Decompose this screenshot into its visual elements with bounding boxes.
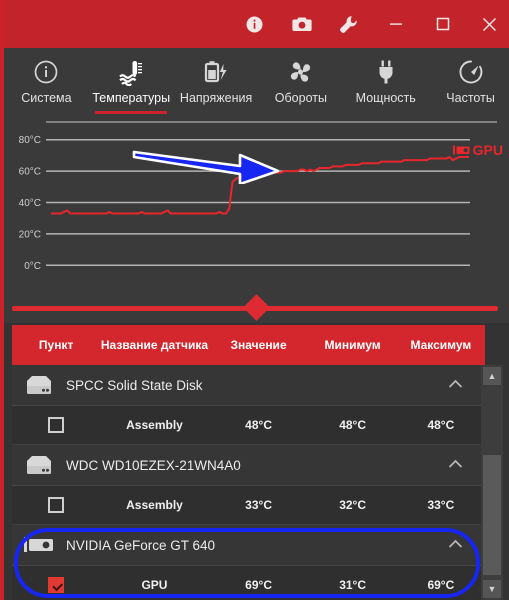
screenshot-button[interactable] — [278, 0, 325, 48]
tab-underline — [95, 111, 168, 114]
sensor-group-name: NVIDIA GeForce GT 640 — [66, 537, 216, 553]
cell-value: 33°C — [245, 498, 272, 512]
info-icon — [246, 16, 263, 32]
cell-max: 69°C — [427, 578, 455, 592]
maximize-icon — [436, 17, 449, 31]
title-bar-buttons — [231, 0, 509, 48]
tab-bar: Система Температуры Напряжения Обороты М… — [4, 48, 509, 120]
close-button[interactable] — [466, 0, 509, 48]
sensor-group-header[interactable]: SPCC Solid State Disk — [12, 365, 485, 406]
sensor-checkbox[interactable] — [48, 497, 65, 513]
chevron-up-icon[interactable] — [448, 536, 463, 554]
scroll-up-button[interactable]: ▲ — [483, 367, 501, 385]
maximize-button[interactable] — [419, 0, 466, 48]
legend-label: GPU — [472, 142, 503, 158]
timeline-slider[interactable] — [4, 294, 509, 323]
column-header-min[interactable]: Минимум — [308, 338, 396, 352]
table-row[interactable]: Assembly 33°C 32°C 33°C — [12, 486, 485, 525]
row-checkbox-cell[interactable] — [12, 497, 100, 513]
sensor-group-name: WDC WD10EZEX-21WN4A0 — [66, 457, 241, 473]
temperature-chart: 0°C 20°C 40°C 60°C 80°C — [4, 120, 509, 295]
tab-sistema[interactable]: Система — [4, 48, 89, 120]
tab-label: Мощность — [355, 91, 416, 105]
chart-ytick-label: 40°C — [19, 198, 41, 209]
cell-sensor-name: Assembly — [126, 418, 183, 432]
close-icon — [482, 17, 497, 31]
cell-min: 31°C — [339, 578, 366, 592]
sensor-checkbox[interactable] — [48, 417, 65, 433]
tab-chastoty[interactable]: Частоты — [428, 48, 509, 120]
chart-series-line — [51, 155, 469, 215]
column-header-punkt[interactable]: Пункт — [12, 338, 100, 352]
row-checkbox-cell[interactable] — [12, 577, 100, 593]
minimize-icon — [389, 23, 402, 25]
table-row[interactable]: GPU 69°C 31°C 69°C — [12, 566, 485, 600]
tab-napryazheniya[interactable]: Напряжения — [174, 48, 259, 120]
vertical-scrollbar[interactable]: ▲ ▼ — [481, 365, 503, 600]
minimize-button[interactable] — [372, 0, 419, 48]
hdd-icon — [12, 454, 66, 476]
gpu-card-icon — [452, 145, 470, 155]
cell-value: 69°C — [245, 578, 272, 592]
tab-label: Обороты — [274, 91, 327, 105]
tab-label: Температуры — [92, 91, 171, 105]
chart-canvas: 0°C 20°C 40°C 60°C 80°C — [19, 121, 497, 272]
scrollbar-thumb[interactable] — [483, 455, 501, 575]
wrench-icon — [340, 15, 357, 33]
row-checkbox-cell[interactable] — [12, 417, 100, 433]
gauge-icon — [458, 57, 484, 87]
gpu-card-icon — [12, 535, 66, 555]
sensor-table: SPCC Solid State Disk Assembly 48°C 48°C 48… — [12, 365, 485, 600]
chart-ytick-label: 20°C — [19, 229, 41, 240]
chart-ytick-label: 80°C — [19, 135, 41, 146]
cell-max: 48°C — [427, 418, 455, 432]
cell-min: 48°C — [339, 418, 366, 432]
tab-label: Система — [21, 91, 72, 105]
table-header: Пункт Название датчика Значение Минимум … — [12, 325, 485, 365]
chart-ytick-label: 0°C — [24, 261, 41, 272]
sensor-group-header[interactable]: WDC WD10EZEX-21WN4A0 — [12, 445, 485, 486]
fan-icon — [287, 57, 314, 87]
tab-moshchnost[interactable]: Мощность — [343, 48, 428, 120]
cell-sensor-name: GPU — [141, 578, 168, 592]
cell-sensor-name: Assembly — [126, 498, 183, 512]
chart-legend[interactable]: GPU — [452, 142, 503, 158]
tab-label: Напряжения — [179, 91, 253, 105]
thermometer-icon — [116, 57, 146, 87]
cell-min: 32°C — [339, 498, 366, 512]
sensor-group-header[interactable]: NVIDIA GeForce GT 640 — [12, 525, 485, 566]
cell-value: 48°C — [245, 418, 272, 432]
column-header-value[interactable]: Значение — [209, 338, 309, 352]
hdd-icon — [12, 374, 66, 396]
tab-temperatury[interactable]: Температуры — [89, 48, 174, 120]
info-button[interactable] — [231, 0, 278, 48]
column-header-max[interactable]: Максимум — [397, 338, 485, 352]
chevron-up-icon[interactable] — [448, 456, 463, 474]
chart-ytick-label: 60°C — [19, 167, 41, 178]
battery-bolt-icon — [202, 57, 230, 87]
scroll-down-button[interactable]: ▼ — [483, 580, 501, 598]
camera-icon — [291, 17, 312, 31]
tab-oboroty[interactable]: Обороты — [258, 48, 343, 120]
column-header-sensor[interactable]: Название датчика — [100, 338, 208, 352]
cell-max: 33°C — [427, 498, 455, 512]
title-bar — [4, 0, 509, 48]
app-window: Система Температуры Напряжения Обороты М… — [0, 0, 509, 600]
info-circle-icon — [33, 57, 59, 87]
sensor-group-name: SPCC Solid State Disk — [66, 377, 203, 393]
slider-handle[interactable] — [243, 294, 270, 321]
table-row[interactable]: Assembly 48°C 48°C 48°C — [12, 406, 485, 445]
sensor-checkbox[interactable] — [48, 577, 65, 593]
chevron-up-icon[interactable] — [448, 376, 463, 394]
power-plug-icon — [374, 57, 398, 87]
settings-button[interactable] — [325, 0, 372, 48]
tab-label: Частоты — [446, 91, 495, 105]
